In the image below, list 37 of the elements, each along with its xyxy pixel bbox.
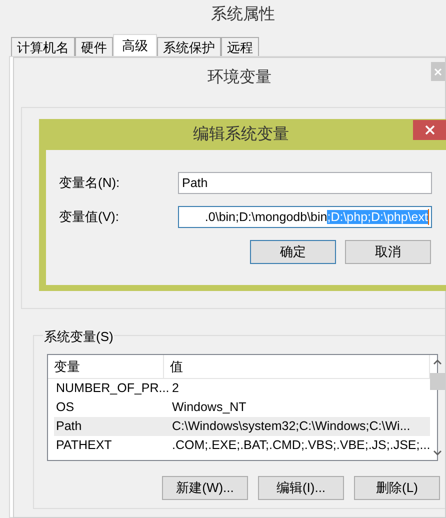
dialog-button[interactable]: 确定 xyxy=(250,240,336,264)
variable-name: NUMBER_OF_PR... xyxy=(55,380,170,397)
variable-name: PATHEXT xyxy=(55,437,113,454)
tab[interactable]: 系统保护 xyxy=(157,37,221,56)
dialog-title: 环境变量 xyxy=(206,68,272,88)
dialog-button[interactable]: 删除(L) xyxy=(354,476,440,500)
variable-row[interactable]: OS Windows_NT xyxy=(54,398,430,417)
variable-value: C:\Windows\system32;C:\Windows;C:\Wi... xyxy=(171,418,412,435)
close-button[interactable] xyxy=(413,120,446,140)
close-icon xyxy=(424,125,434,135)
dialog-button[interactable]: 编辑(I)... xyxy=(258,476,344,500)
variable-row[interactable]: NUMBER_OF_PR... 2 xyxy=(54,379,430,398)
variable-value: Windows_NT xyxy=(171,399,248,416)
variable-value: .COM;.EXE;.BAT;.CMD;.VBS;.VBE;.JS;.JSE;... xyxy=(171,437,430,454)
tab[interactable]: 远程 xyxy=(221,37,259,56)
scroll-down-icon[interactable] xyxy=(433,450,442,456)
group-label: 系统变量(S) xyxy=(43,328,114,346)
variable-row[interactable]: Path C:\Windows\system32;C:\Windows;C:\Wi... xyxy=(54,417,430,436)
variable-name: OS xyxy=(55,399,76,416)
dialog-title: 编辑系统变量 xyxy=(193,124,289,145)
tab[interactable]: 计算机名 xyxy=(11,37,75,56)
input-field[interactable]: .0\bin;D:\mongodb\bin;D:\php;D:\php\ext xyxy=(178,206,432,228)
variable-name: Path xyxy=(55,418,83,435)
dialog-button[interactable]: 取消 xyxy=(345,240,431,264)
scroll-thumb[interactable] xyxy=(430,373,446,390)
variable-value: 2 xyxy=(171,380,180,397)
close-icon xyxy=(434,68,442,76)
tab[interactable]: 硬件 xyxy=(75,37,113,56)
tab[interactable]: 高级 xyxy=(113,34,157,56)
field-label: 变量名(N): xyxy=(59,174,121,192)
field-label: 变量值(V): xyxy=(59,208,120,226)
column-header[interactable]: 变量 xyxy=(48,355,164,378)
scroll-up-icon[interactable] xyxy=(433,359,442,365)
dialog-button[interactable]: 新建(W)... xyxy=(162,476,248,500)
variable-row[interactable]: PATHEXT .COM;.EXE;.BAT;.CMD;.VBS;.VBE;.JS;.JSE;... xyxy=(54,436,430,455)
input-field[interactable]: Path xyxy=(178,172,432,194)
window-title: 系统属性 xyxy=(210,4,276,24)
